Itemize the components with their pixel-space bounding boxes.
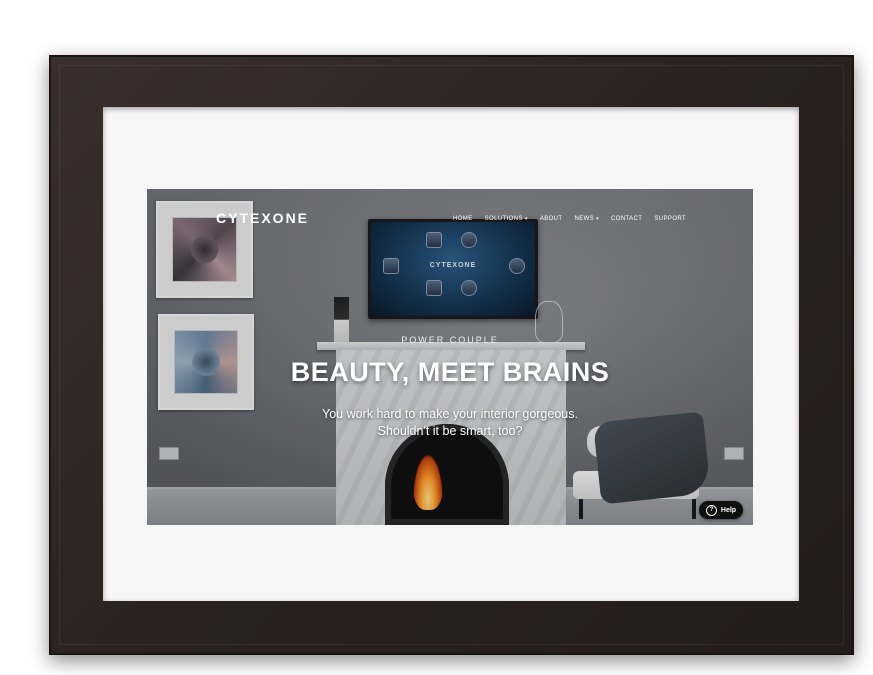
help-button[interactable]: ? Help <box>699 501 743 519</box>
chevron-down-icon: ▾ <box>524 216 528 222</box>
site-logo[interactable]: CYTEXONE <box>216 210 309 226</box>
main-nav: HOME SOLUTIONS ▾ ABOUT NEWS ▾ CONTACT SUPP… <box>453 213 686 225</box>
hero-subline-2: Shouldn't it be smart, too? <box>377 424 523 438</box>
hero-subline-1: You work hard to make your interior gorg… <box>322 407 578 421</box>
nav-news[interactable]: NEWS ▾ <box>574 216 599 222</box>
hero-subline: You work hard to make your interior gorg… <box>147 406 753 440</box>
hero-headline: BEAUTY, MEET BRAINS <box>290 357 610 387</box>
website-screenshot: CYTEXONE CYTEXONE HOME SOLUTIONS ▾ ABOUT … <box>147 189 753 525</box>
nav-contact[interactable]: CONTACT <box>611 216 642 222</box>
nav-home[interactable]: HOME <box>453 216 473 222</box>
nav-solutions[interactable]: SOLUTIONS ▾ <box>485 216 528 222</box>
chevron-down-icon: ▾ <box>596 216 600 222</box>
nav-about[interactable]: ABOUT <box>540 216 563 222</box>
nav-support[interactable]: SUPPORT <box>654 216 686 222</box>
question-circle-icon: ? <box>705 504 717 516</box>
hero-eyebrow: POWER COUPLE <box>401 335 499 345</box>
help-button-label: Help <box>720 506 737 514</box>
